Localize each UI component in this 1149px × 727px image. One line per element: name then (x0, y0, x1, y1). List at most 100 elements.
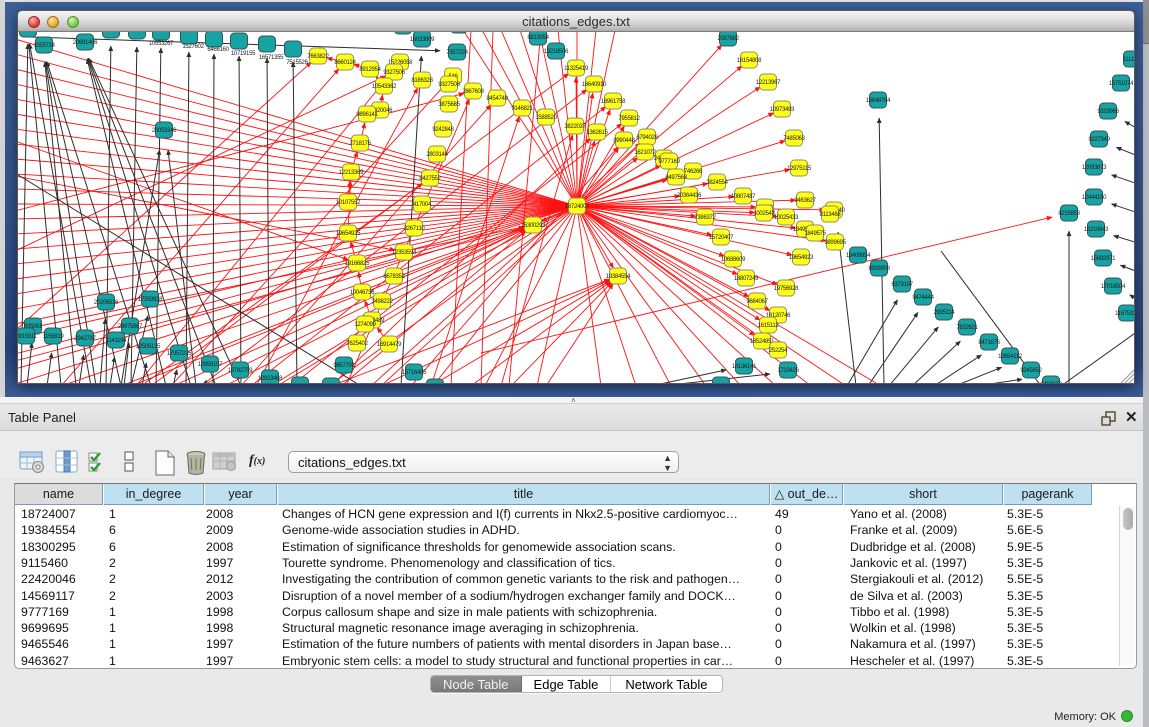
svg-text:6466160: 6466160 (207, 47, 229, 53)
svg-text:3822037: 3822037 (564, 124, 586, 130)
svg-text:417004: 417004 (413, 202, 432, 208)
svg-text:11675330: 11675330 (1115, 311, 1135, 317)
svg-text:16409954: 16409954 (846, 253, 871, 259)
svg-text:9245011: 9245011 (290, 383, 312, 384)
svg-text:9327506: 9327506 (383, 70, 405, 76)
svg-text:9242848: 9242848 (432, 127, 454, 133)
svg-text:2867608: 2867608 (462, 89, 484, 95)
svg-text:12213967: 12213967 (756, 80, 781, 86)
svg-text:17016504: 17016504 (1101, 284, 1126, 290)
svg-text:9899695: 9899695 (824, 240, 846, 246)
svg-text:9327508: 9327508 (438, 82, 460, 88)
svg-text:1588520: 1588520 (535, 115, 557, 121)
svg-text:6794028: 6794028 (636, 135, 658, 141)
svg-text:12505135: 12505135 (136, 344, 161, 350)
svg-text:252254: 252254 (769, 348, 788, 354)
svg-text:8813054: 8813054 (527, 35, 549, 41)
svg-text:8660124: 8660124 (334, 60, 356, 66)
svg-text:16782759: 16782759 (228, 368, 253, 374)
svg-text:15720407: 15720407 (709, 235, 734, 241)
svg-text:8471676: 8471676 (978, 340, 1000, 346)
svg-text:10543362: 10543362 (372, 84, 397, 90)
svg-text:746266: 746266 (684, 169, 703, 175)
svg-text:10107552: 10107552 (336, 200, 361, 206)
svg-text:1527602: 1527602 (182, 44, 204, 50)
svg-text:8938908: 8938908 (868, 266, 890, 272)
svg-text:19384554: 19384554 (606, 274, 631, 280)
svg-text:18724007: 18724007 (565, 204, 590, 210)
svg-text:8113468: 8113468 (820, 212, 842, 218)
svg-text:3824554: 3824554 (706, 180, 728, 186)
svg-text:15300293: 15300293 (521, 223, 546, 229)
svg-text:7663822: 7663822 (307, 54, 329, 60)
svg-text:9896141: 9896141 (356, 112, 378, 118)
svg-text:8427552: 8427552 (419, 176, 441, 182)
svg-text:1615112: 1615112 (758, 323, 780, 329)
svg-text:9463627: 9463627 (794, 198, 816, 204)
svg-text:10973493: 10973493 (770, 107, 795, 113)
svg-text:1274099: 1274099 (354, 322, 376, 328)
svg-text:8678352: 8678352 (383, 274, 405, 280)
svg-text:1111111: 1111111 (1123, 57, 1135, 63)
svg-text:19654923: 19654923 (789, 255, 814, 261)
svg-text:16210643: 16210643 (1084, 227, 1109, 233)
svg-text:9227349: 9227349 (1088, 137, 1110, 143)
svg-text:7955812: 7955812 (618, 116, 640, 122)
svg-text:19218506: 19218506 (544, 49, 569, 55)
svg-text:29975867: 29975867 (118, 324, 143, 330)
svg-text:20691406: 20691406 (73, 40, 98, 46)
svg-text:7625402: 7625402 (346, 341, 368, 347)
svg-text:12975115: 12975115 (787, 166, 812, 172)
svg-text:18807249: 18807249 (734, 276, 759, 282)
svg-text:17359928: 17359928 (138, 297, 163, 303)
svg-text:8990448: 8990448 (613, 138, 635, 144)
svg-text:2803144: 2803144 (426, 152, 448, 158)
svg-text:10688609: 10688609 (721, 257, 746, 263)
svg-text:15751074: 15751074 (1109, 81, 1134, 87)
svg-text:7485063: 7485063 (783, 136, 805, 142)
svg-text:20364436: 20364436 (677, 193, 702, 199)
svg-text:1849575: 1849575 (804, 231, 826, 237)
svg-text:19654925: 19654925 (336, 231, 361, 237)
svg-text:2718176: 2718176 (349, 141, 371, 147)
svg-text:15716485: 15716485 (402, 370, 427, 376)
svg-text:1002543: 1002543 (753, 211, 775, 217)
svg-text:10719155: 10719155 (231, 51, 256, 57)
svg-text:9450622: 9450622 (1040, 382, 1062, 384)
svg-text:9146821: 9146821 (511, 106, 533, 112)
svg-text:7632621: 7632621 (956, 325, 978, 331)
svg-text:9329966: 9329966 (1097, 109, 1119, 115)
svg-text:1733426: 1733426 (777, 368, 799, 374)
svg-text:1156819: 1156819 (43, 334, 65, 340)
svg-text:9857791: 9857791 (333, 363, 355, 369)
svg-text:12093873: 12093873 (1082, 165, 1107, 171)
svg-text:6497568: 6497568 (665, 175, 687, 181)
svg-text:6379197: 6379197 (891, 282, 913, 288)
svg-text:7386372: 7386372 (694, 215, 716, 221)
svg-text:16033809: 16033809 (410, 37, 435, 43)
svg-text:1035001: 1035001 (710, 383, 732, 384)
svg-text:17957225: 17957225 (167, 351, 192, 357)
svg-text:10807487: 10807487 (731, 194, 756, 200)
svg-text:2935114: 2935114 (934, 310, 956, 316)
svg-text:3498222: 3498222 (371, 299, 393, 305)
svg-text:7515526: 7515526 (286, 60, 308, 66)
svg-text:19756928: 19756928 (774, 286, 799, 292)
svg-text:12444150: 12444150 (1082, 195, 1107, 201)
svg-text:2942737: 2942737 (74, 336, 96, 342)
svg-text:16961758: 16961758 (601, 99, 626, 105)
svg-text:16571355: 16571355 (259, 55, 284, 61)
svg-text:14136141: 14136141 (732, 364, 757, 370)
svg-text:9245652: 9245652 (1020, 368, 1042, 374)
svg-text:10654112: 10654112 (998, 354, 1023, 360)
svg-text:8912954: 8912954 (359, 67, 381, 73)
svg-text:9777169: 9777169 (658, 159, 680, 165)
svg-text:10025433: 10025433 (774, 215, 799, 221)
svg-text:20206536: 20206536 (94, 300, 119, 306)
svg-text:16648784: 16648784 (866, 98, 891, 104)
svg-text:10958107: 10958107 (198, 362, 223, 368)
svg-text:1055724: 1055724 (33, 43, 55, 49)
svg-text:1362615: 1362615 (586, 130, 608, 136)
svg-text:19166825: 19166825 (345, 261, 370, 267)
svg-text:15692971: 15692971 (1091, 256, 1116, 262)
